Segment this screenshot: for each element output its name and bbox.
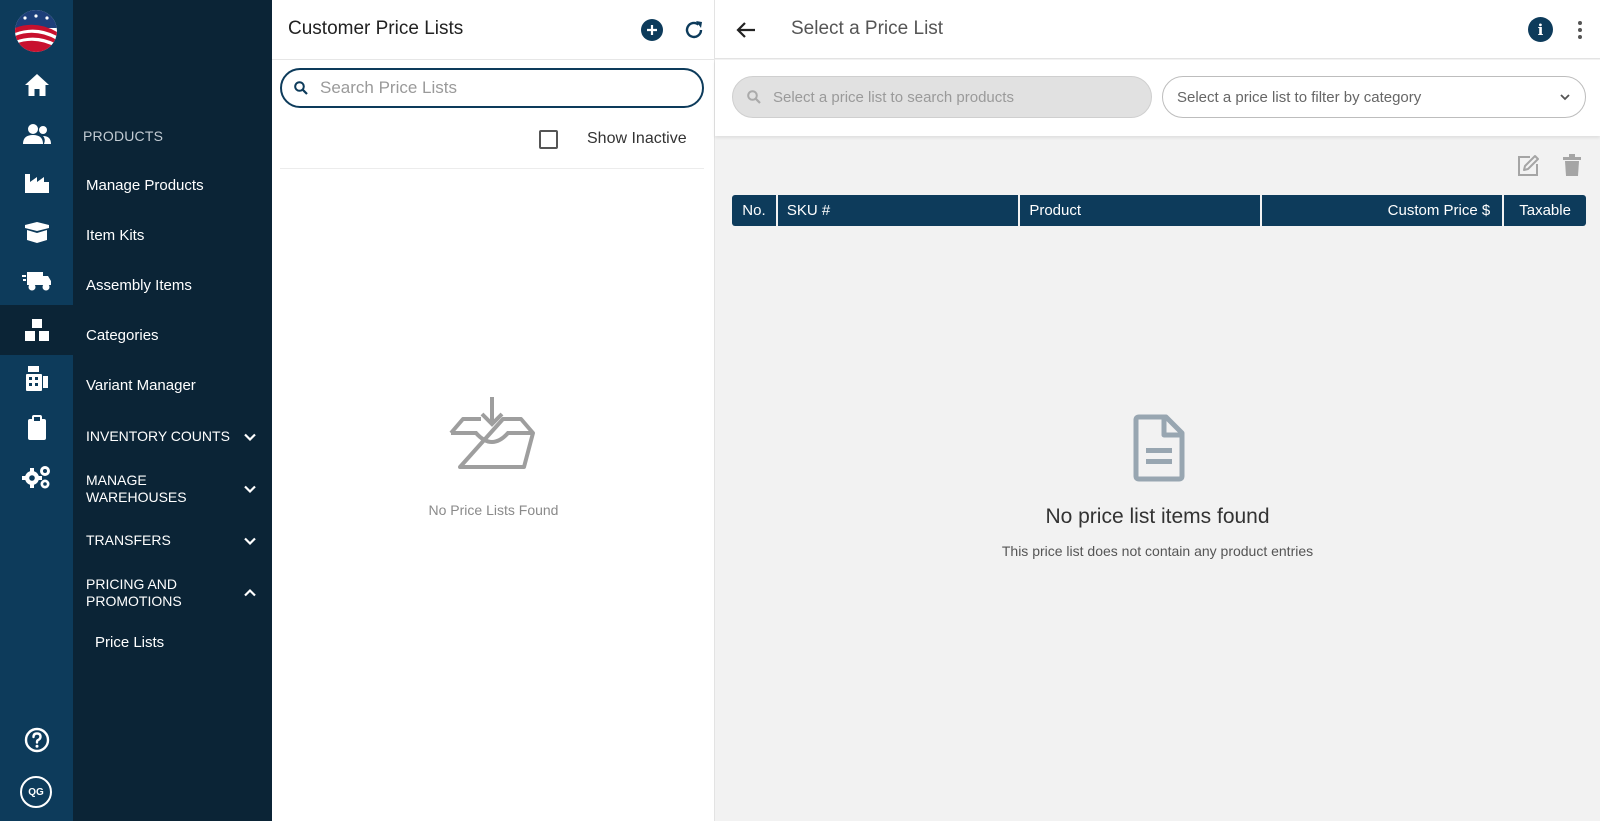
detail-topbar: Select a Price List i xyxy=(715,0,1600,59)
empty-items-title: No price list items found xyxy=(1045,505,1270,528)
rail-warehouse[interactable] xyxy=(0,158,73,208)
menu-item-manage-products[interactable]: Manage Products xyxy=(86,177,204,194)
column-header-no[interactable]: No. xyxy=(732,195,776,226)
rail-shipping[interactable] xyxy=(0,256,73,306)
category-filter-placeholder: Select a price list to filter by categor… xyxy=(1177,88,1422,106)
empty-inbox-icon xyxy=(449,397,535,469)
price-list-search-input[interactable] xyxy=(320,78,680,98)
price-list-panel: Customer Price Lists Show Inactive No Pr… xyxy=(272,0,715,821)
chevron-down-icon xyxy=(244,537,256,545)
help-icon[interactable] xyxy=(24,727,50,753)
info-icon[interactable]: i xyxy=(1528,17,1553,42)
menu-item-item-kits[interactable]: Item Kits xyxy=(86,227,144,244)
flag-logo-icon xyxy=(15,10,57,52)
rail-customers[interactable] xyxy=(0,109,73,159)
rail-home[interactable] xyxy=(0,60,73,110)
document-icon xyxy=(1133,414,1185,482)
plus-icon xyxy=(647,25,657,35)
products-menu: PRODUCTS Manage Products Item Kits Assem… xyxy=(73,0,272,821)
menu-group-pricing-and-promotions[interactable]: PRICING AND PROMOTIONS xyxy=(86,576,258,610)
menu-item-categories[interactable]: Categories xyxy=(86,327,159,344)
show-inactive-label: Show Inactive xyxy=(587,130,687,147)
more-options-icon[interactable] xyxy=(1575,18,1585,42)
rail-inventory[interactable] xyxy=(0,305,73,355)
menu-group-manage-warehouses[interactable]: MANAGE WAREHOUSES xyxy=(86,472,258,506)
panel-title: Customer Price Lists xyxy=(288,18,464,39)
menu-group-inventory-counts[interactable]: INVENTORY COUNTS xyxy=(86,428,258,445)
menu-item-assembly-items[interactable]: Assembly Items xyxy=(86,277,192,294)
items-table-header: No. SKU # Product Custom Price $ Taxable xyxy=(732,195,1586,226)
detail-title: Select a Price List xyxy=(791,18,944,39)
menu-item-price-lists[interactable]: Price Lists xyxy=(95,634,164,651)
chevron-down-icon xyxy=(244,485,256,494)
menu-group-transfers[interactable]: TRANSFERS xyxy=(86,532,258,549)
rail-orders[interactable] xyxy=(0,403,73,453)
user-avatar[interactable]: QG xyxy=(20,776,52,808)
list-divider xyxy=(280,168,704,169)
rail-products[interactable] xyxy=(0,207,73,257)
chevron-down-icon xyxy=(1560,94,1570,101)
icon-rail: QG xyxy=(0,0,73,821)
filter-bar: Select a price list to filter by categor… xyxy=(715,60,1600,136)
box-icon xyxy=(24,222,49,243)
truck-icon xyxy=(21,272,51,291)
column-header-custom-price[interactable]: Custom Price $ xyxy=(1261,195,1503,226)
menu-group-label: PRICING AND PROMOTIONS xyxy=(86,576,182,609)
category-filter-select[interactable]: Select a price list to filter by categor… xyxy=(1162,76,1586,118)
price-list-search[interactable] xyxy=(280,68,704,108)
users-icon xyxy=(22,124,51,144)
edit-icon[interactable] xyxy=(1516,154,1540,178)
app-logo[interactable] xyxy=(15,10,57,52)
search-icon xyxy=(294,81,308,95)
gears-icon xyxy=(21,466,50,489)
arrow-left-icon[interactable] xyxy=(735,19,757,41)
clipboard-icon xyxy=(27,415,46,440)
chevron-up-icon xyxy=(244,588,256,597)
rail-pos[interactable] xyxy=(0,354,73,404)
price-list-detail: Select a Price List i Select a price lis… xyxy=(715,0,1600,821)
menu-group-label: TRANSFERS xyxy=(86,532,171,548)
column-header-taxable[interactable]: Taxable xyxy=(1504,195,1586,226)
factory-icon xyxy=(24,174,49,193)
empty-price-lists-text: No Price Lists Found xyxy=(428,502,559,518)
trash-icon[interactable] xyxy=(1562,154,1582,176)
column-header-product[interactable]: Product xyxy=(1020,195,1260,226)
column-header-sku[interactable]: SKU # xyxy=(777,195,1019,226)
menu-item-variant-manager[interactable]: Variant Manager xyxy=(86,377,196,394)
rail-settings[interactable] xyxy=(0,452,73,502)
show-inactive-checkbox[interactable] xyxy=(539,130,558,149)
empty-items-subtitle: This price list does not contain any pro… xyxy=(1001,543,1314,559)
register-icon xyxy=(25,366,48,391)
menu-section-label: PRODUCTS xyxy=(83,128,164,144)
add-price-list-button[interactable] xyxy=(641,19,663,41)
menu-group-label: INVENTORY COUNTS xyxy=(86,428,230,444)
product-search[interactable] xyxy=(732,76,1152,118)
boxes-icon xyxy=(24,319,49,341)
refresh-icon[interactable] xyxy=(683,19,705,41)
header-divider xyxy=(272,59,715,60)
menu-group-label: MANAGE WAREHOUSES xyxy=(86,472,187,505)
home-icon xyxy=(24,74,49,96)
chevron-down-icon xyxy=(244,433,256,441)
search-icon xyxy=(747,90,761,104)
product-search-input[interactable] xyxy=(773,88,1133,106)
